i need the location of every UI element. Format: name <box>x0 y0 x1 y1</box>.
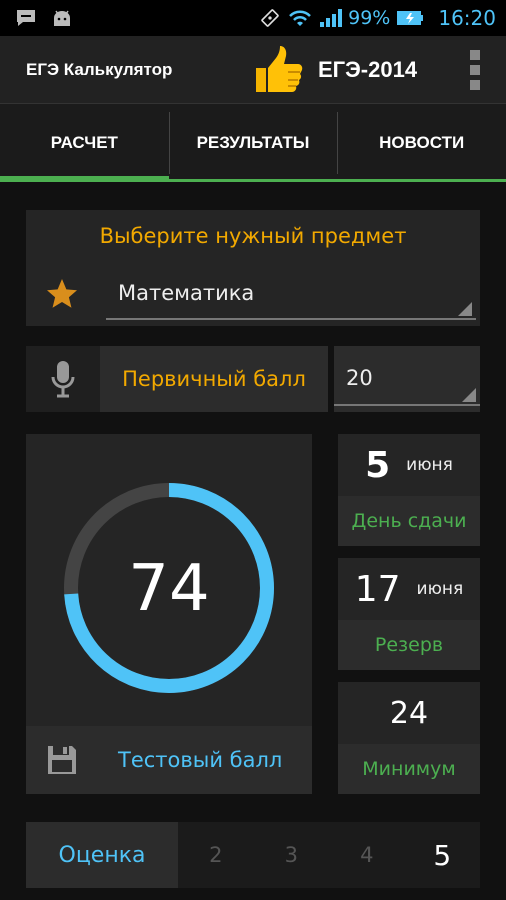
exam-month: июня <box>406 455 453 475</box>
subject-spinner[interactable]: Математика <box>106 268 476 320</box>
tab-label: РАСЧЕТ <box>50 133 118 152</box>
tab-label: НОВОСТИ <box>379 133 465 152</box>
battery-icon <box>397 11 424 25</box>
tab-results[interactable]: РЕЗУЛЬТАТЫ <box>168 104 338 182</box>
primary-score-value: 20 <box>346 366 373 390</box>
test-score-label: Тестовый балл <box>118 748 283 772</box>
save-icon[interactable] <box>46 744 78 776</box>
exam-date-top: 5 июня <box>338 434 480 496</box>
clock: 16:20 <box>438 6 496 30</box>
tab-label: РЕЗУЛЬТАТЫ <box>196 133 310 152</box>
minimum-label: Минимум <box>338 744 480 794</box>
primary-score-spinner[interactable]: 20 <box>334 352 480 406</box>
grade-option-5[interactable]: 5 <box>405 839 481 872</box>
primary-score-label: Первичный балл <box>100 346 328 412</box>
grade-option-2[interactable]: 2 <box>178 843 254 867</box>
grade-option-4[interactable]: 4 <box>329 843 405 867</box>
overflow-menu-icon[interactable] <box>470 49 480 90</box>
grade-option-3[interactable]: 3 <box>254 843 330 867</box>
reserve-date-top: 17 июня <box>338 558 480 620</box>
battery-percent: 99% <box>348 7 391 29</box>
test-score-value: 74 <box>128 552 209 626</box>
grade-label: Оценка <box>26 822 178 888</box>
subject-header: Выберите нужный предмет <box>26 210 480 262</box>
app-title: ЕГЭ Калькулятор <box>26 59 173 79</box>
wifi-icon <box>289 10 312 26</box>
tab-bar: РАСЧЕТ РЕЗУЛЬТАТЫ НОВОСТИ <box>0 104 506 182</box>
exam-date-label: День сдачи <box>338 496 480 546</box>
grade-row: Оценка 2 3 4 5 <box>26 822 480 888</box>
reserve-date-label: Резерв <box>338 620 480 670</box>
minimum-value: 24 <box>389 695 429 731</box>
mic-button[interactable] <box>26 346 100 412</box>
minimum-top: 24 <box>338 682 480 744</box>
status-bar: 99% 16:20 <box>0 0 506 36</box>
tab-calculation[interactable]: РАСЧЕТ <box>0 104 169 182</box>
gauge-panel: 74 Тестовый балл <box>26 434 312 794</box>
microphone-icon <box>51 361 75 398</box>
signal-icon <box>320 9 343 27</box>
primary-score-row: Первичный балл 20 <box>26 346 480 412</box>
score-gauge: 74 <box>64 483 274 693</box>
tab-news[interactable]: НОВОСТИ <box>337 104 506 182</box>
primary-score-box: 20 <box>334 346 480 412</box>
main-content: Выберите нужный предмет Математика Перви… <box>0 182 506 900</box>
thumbs-up-icon[interactable] <box>252 42 308 98</box>
minimum-box: 24 Минимум <box>338 682 480 794</box>
android-icon <box>54 10 70 26</box>
gauge-footer: Тестовый балл <box>26 726 312 794</box>
reserve-day: 17 <box>354 568 401 610</box>
reserve-date-box: 17 июня Резерв <box>338 558 480 670</box>
subject-selected: Математика <box>118 281 255 305</box>
exam-date-box: 5 июня День сдачи <box>338 434 480 546</box>
subject-row: Математика <box>26 262 480 326</box>
exam-year-label: ЕГЭ-2014 <box>318 56 418 82</box>
rotate-icon <box>261 9 279 27</box>
exam-day: 5 <box>365 444 391 486</box>
reserve-month: июня <box>416 579 464 599</box>
action-bar: ЕГЭ Калькулятор ЕГЭ-2014 <box>0 36 506 104</box>
chat-icon <box>17 10 35 26</box>
star-icon[interactable] <box>44 276 80 312</box>
